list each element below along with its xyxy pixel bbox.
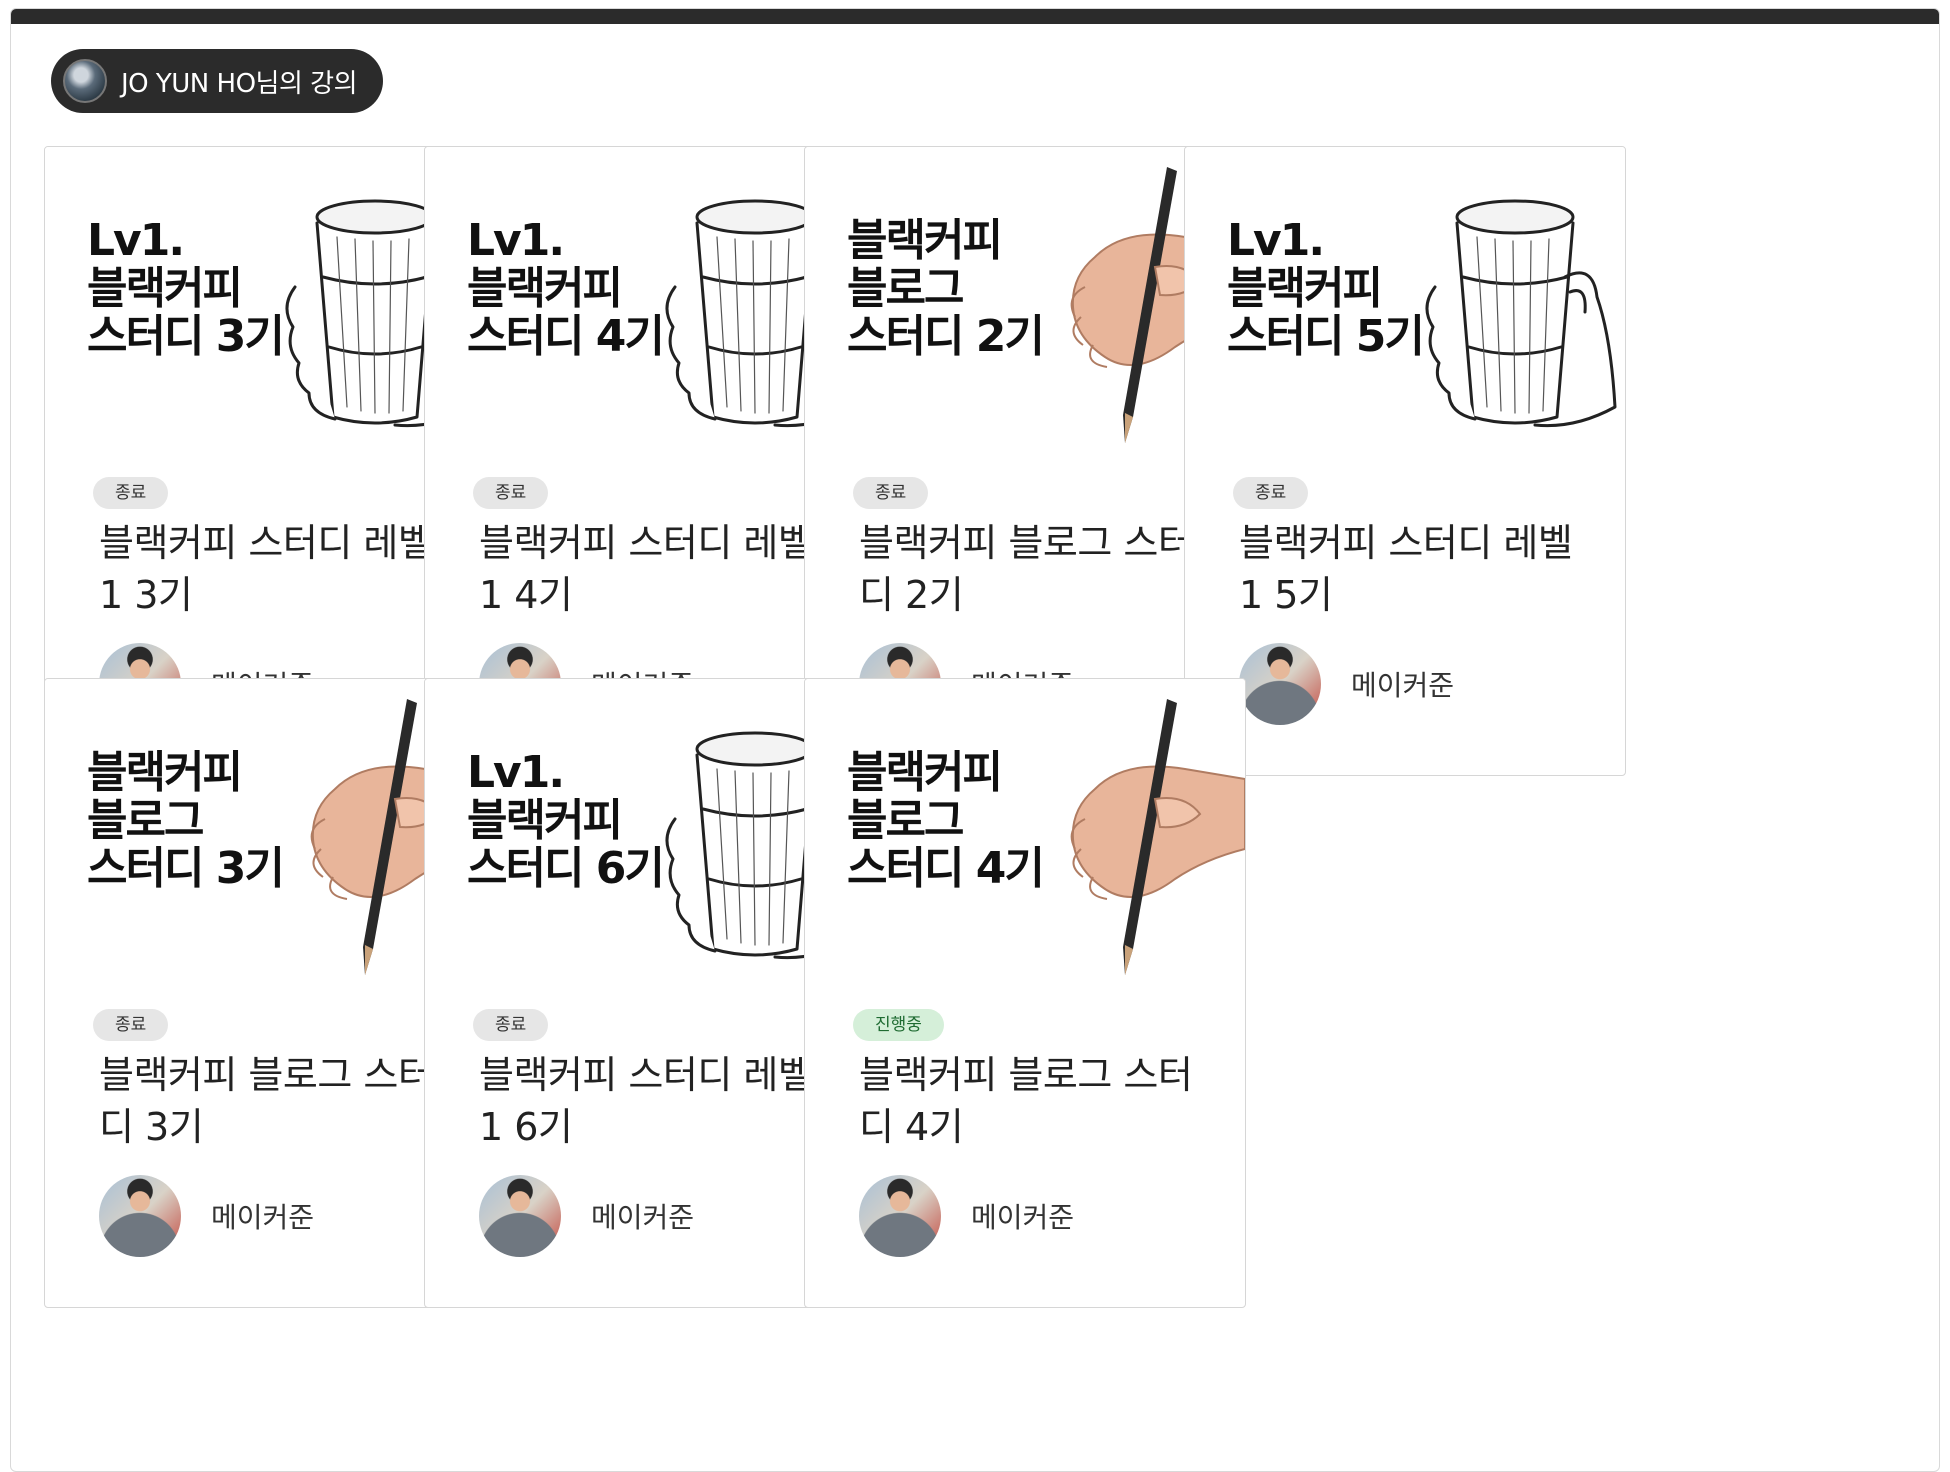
pencil-hand-image	[1035, 699, 1245, 979]
course-title[interactable]: 블랙커피 블로그 스터디 3기	[99, 1049, 439, 1153]
course-thumbnail[interactable]: 블랙커피 블로그 스터디 2기	[805, 147, 1245, 447]
avatar	[99, 1175, 181, 1257]
thumbnail-text: 블랙커피 블로그 스터디 3기	[87, 747, 285, 894]
thumbnail-text: 블랙커피 블로그 스터디 4기	[847, 747, 1045, 894]
author-name: 메이커준	[1351, 669, 1455, 702]
course-title[interactable]: 블랙커피 스터디 레벨1 6기	[479, 1049, 819, 1153]
status-badge: 종료	[93, 477, 169, 509]
owner-avatar	[63, 59, 107, 103]
status-badge: 종료	[473, 477, 549, 509]
author-name: 메이커준	[591, 1201, 695, 1234]
pencil-hand-illustration	[1070, 699, 1245, 975]
owner-label: JO YUN HO님의 강의	[121, 68, 357, 99]
thumbnail-text: Lv1. 블랙커피 스터디 4기	[467, 215, 665, 362]
course-card[interactable]: 블랙커피 블로그 스터디 3기 종료 블랙커피 블로그 스터디 3기 메이커준	[44, 678, 486, 1308]
thumbnail-text: Lv1. 블랙커피 스터디 5기	[1227, 215, 1425, 362]
course-card[interactable]: Lv1. 블랙커피 스터디 6기 종료블랙커피 스터디 레벨1 6기메이커준	[424, 678, 866, 1308]
status-badge: 종료	[473, 1009, 549, 1041]
course-card[interactable]: Lv1. 블랙커피 스터디 5기 종료블랙커피 스터디 레벨1 5기메이커준	[1184, 146, 1626, 776]
owner-profile-pill[interactable]: JO YUN HO님의 강의	[51, 49, 383, 113]
thumbnail-text: Lv1. 블랙커피 스터디 6기	[467, 747, 665, 894]
course-author: 메이커준	[99, 1175, 314, 1257]
course-thumbnail[interactable]: Lv1. 블랙커피 스터디 4기	[425, 147, 865, 447]
top-bar	[11, 9, 1939, 24]
avatar	[1239, 643, 1321, 725]
course-thumbnail[interactable]: 블랙커피 블로그 스터디 4기	[805, 679, 1245, 979]
course-title[interactable]: 블랙커피 블로그 스터디 4기	[859, 1049, 1199, 1153]
coffee-cup-image	[1415, 167, 1625, 447]
status-badge: 진행중	[853, 1009, 944, 1041]
status-badge: 종료	[1233, 477, 1309, 509]
thumbnail-text: Lv1. 블랙커피 스터디 3기	[87, 215, 285, 362]
status-badge: 종료	[93, 1009, 169, 1041]
course-author: 메이커준	[1239, 643, 1454, 725]
course-thumbnail[interactable]: Lv1. 블랙커피 스터디 3기	[45, 147, 485, 447]
avatar	[859, 1175, 941, 1257]
course-card[interactable]: 블랙커피 블로그 스터디 4기 진행중 블랙커피 블로그 스터디 4기 메이커준	[804, 678, 1246, 1308]
course-thumbnail[interactable]: 블랙커피 블로그 스터디 3기	[45, 679, 485, 979]
course-thumbnail[interactable]: Lv1. 블랙커피 스터디 6기	[425, 679, 865, 979]
page-frame: JO YUN HO님의 강의 Lv1. 블랙커피 스터디 3기 종료블랙커피 스…	[10, 8, 1940, 1472]
thumbnail-text: 블랙커피 블로그 스터디 2기	[847, 215, 1045, 362]
course-author: 메이커준	[479, 1175, 694, 1257]
course-title[interactable]: 블랙커피 스터디 레벨1 4기	[479, 517, 819, 621]
course-thumbnail[interactable]: Lv1. 블랙커피 스터디 5기	[1185, 147, 1625, 447]
course-title[interactable]: 블랙커피 스터디 레벨1 3기	[99, 517, 439, 621]
course-title[interactable]: 블랙커피 블로그 스터디 2기	[859, 517, 1199, 621]
author-name: 메이커준	[211, 1201, 315, 1234]
course-title[interactable]: 블랙커피 스터디 레벨1 5기	[1239, 517, 1579, 621]
avatar	[479, 1175, 561, 1257]
status-badge: 종료	[853, 477, 929, 509]
coffee-cup-hand-illustration	[1425, 199, 1617, 428]
course-author: 메이커준	[859, 1175, 1074, 1257]
author-name: 메이커준	[971, 1201, 1075, 1234]
